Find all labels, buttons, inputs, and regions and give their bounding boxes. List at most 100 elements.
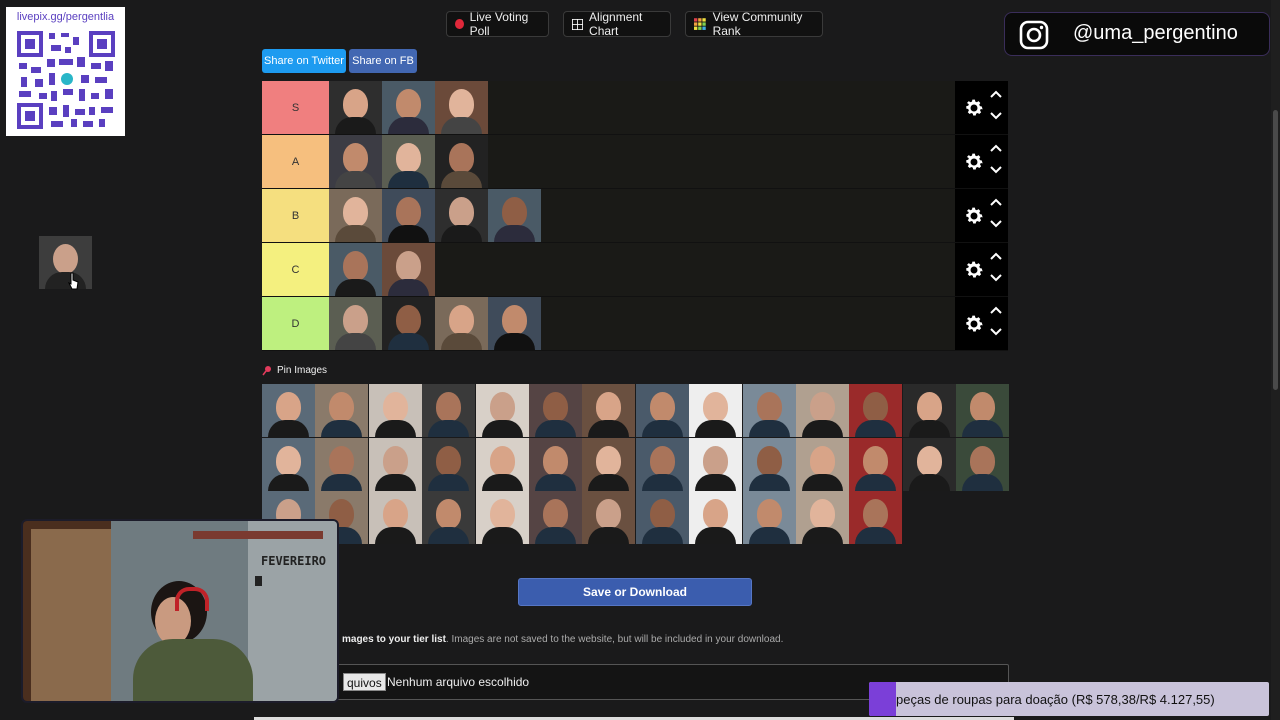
- tier-label-d[interactable]: D: [262, 297, 329, 350]
- tier-image[interactable]: [382, 189, 435, 242]
- tier-row-a[interactable]: A: [262, 135, 1008, 189]
- tier-image[interactable]: [329, 297, 382, 350]
- live-voting-poll-button[interactable]: Live Voting Poll: [446, 10, 549, 38]
- tier-controls: [955, 243, 1008, 296]
- pool-image[interactable]: [582, 437, 636, 491]
- pool-image[interactable]: [315, 384, 369, 437]
- chevron-down-icon[interactable]: [989, 165, 1003, 175]
- share-twitter-button[interactable]: Share on Twitter: [262, 49, 346, 73]
- pool-image[interactable]: [849, 491, 903, 544]
- tier-row-c[interactable]: C: [262, 243, 1008, 297]
- pool-image[interactable]: [635, 384, 689, 437]
- gear-icon[interactable]: [963, 151, 985, 173]
- pool-image[interactable]: [475, 384, 529, 437]
- tier-image[interactable]: [488, 297, 541, 350]
- page-scrollbar[interactable]: [1271, 0, 1280, 720]
- pool-image[interactable]: [422, 437, 476, 491]
- gear-icon[interactable]: [963, 97, 985, 119]
- pool-image[interactable]: [956, 437, 1010, 491]
- pool-image[interactable]: [689, 491, 743, 544]
- tier-image[interactable]: [329, 81, 382, 134]
- chevron-up-icon[interactable]: [989, 89, 1003, 99]
- tier-image[interactable]: [435, 297, 488, 350]
- pool-image[interactable]: [796, 491, 849, 544]
- save-or-download-button[interactable]: Save or Download: [518, 578, 752, 606]
- pool-image[interactable]: [902, 384, 956, 437]
- instagram-overlay: @uma_pergentino: [1004, 12, 1270, 56]
- tier-image[interactable]: [435, 135, 488, 188]
- donation-goal-text: peças de roupas para doação (R$ 578,38/R…: [896, 692, 1215, 707]
- pool-image[interactable]: [368, 437, 422, 491]
- pool-image[interactable]: [742, 491, 796, 544]
- pool-image[interactable]: [529, 384, 582, 437]
- pool-image[interactable]: [582, 491, 636, 544]
- chevron-down-icon[interactable]: [989, 273, 1003, 283]
- tier-row-d[interactable]: D: [262, 297, 1008, 351]
- chevron-down-icon[interactable]: [989, 219, 1003, 229]
- tier-controls: [955, 189, 1008, 242]
- tier-label-a[interactable]: A: [262, 135, 329, 188]
- pool-image[interactable]: [262, 384, 315, 437]
- pool-image[interactable]: [368, 384, 422, 437]
- pool-image[interactable]: [689, 437, 743, 491]
- tier-image[interactable]: [329, 243, 382, 296]
- pool-image[interactable]: [796, 437, 849, 491]
- grid-icon: [572, 18, 584, 30]
- pool-image[interactable]: [956, 384, 1010, 437]
- tier-image[interactable]: [488, 189, 541, 242]
- chevron-down-icon[interactable]: [989, 111, 1003, 121]
- view-community-rank-button[interactable]: View Community Rank: [685, 10, 823, 38]
- pool-image[interactable]: [689, 384, 743, 437]
- pool-image[interactable]: [742, 384, 796, 437]
- file-status: Nenhum arquivo escolhido: [387, 675, 530, 689]
- tier-label-s[interactable]: S: [262, 81, 329, 134]
- pool-image[interactable]: [742, 437, 796, 491]
- tier-image[interactable]: [382, 243, 435, 296]
- pool-image[interactable]: [422, 384, 476, 437]
- chevron-up-icon[interactable]: [989, 305, 1003, 315]
- chevron-up-icon[interactable]: [989, 143, 1003, 153]
- choose-files-button[interactable]: quivos: [343, 673, 386, 691]
- instagram-handle: @uma_pergentino: [1073, 22, 1238, 44]
- scrollbar-thumb[interactable]: [1273, 110, 1278, 390]
- pool-image[interactable]: [582, 384, 636, 437]
- pool-image[interactable]: [902, 437, 956, 491]
- share-fb-button[interactable]: Share on FB: [349, 49, 417, 73]
- gear-icon[interactable]: [963, 259, 985, 281]
- pool-image[interactable]: [368, 491, 422, 544]
- pool-image[interactable]: [529, 491, 582, 544]
- webcam-wall-sign: FEVEREIRO: [261, 554, 327, 568]
- color-grid-icon: [694, 17, 706, 30]
- gear-icon[interactable]: [963, 205, 985, 227]
- tier-image[interactable]: [435, 81, 488, 134]
- chevron-up-icon[interactable]: [989, 251, 1003, 261]
- pool-image[interactable]: [796, 384, 849, 437]
- tier-image[interactable]: [382, 81, 435, 134]
- tier-image[interactable]: [329, 135, 382, 188]
- qr-code-icon: [15, 29, 117, 131]
- alignment-chart-button[interactable]: Alignment Chart: [563, 10, 671, 38]
- tier-image[interactable]: [382, 297, 435, 350]
- tier-row-b[interactable]: B: [262, 189, 1008, 243]
- pool-image[interactable]: [262, 437, 315, 491]
- pool-image[interactable]: [849, 437, 903, 491]
- tier-image[interactable]: [435, 189, 488, 242]
- chevron-down-icon[interactable]: [989, 327, 1003, 337]
- tier-row-s[interactable]: S: [262, 81, 1008, 135]
- tier-label-b[interactable]: B: [262, 189, 329, 242]
- pool-image[interactable]: [849, 384, 903, 437]
- dragged-image-thumbnail[interactable]: [39, 236, 92, 289]
- chevron-up-icon[interactable]: [989, 197, 1003, 207]
- tier-image[interactable]: [382, 135, 435, 188]
- pool-image[interactable]: [315, 437, 369, 491]
- pool-image[interactable]: [635, 491, 689, 544]
- pool-image[interactable]: [635, 437, 689, 491]
- record-dot-icon: [455, 19, 464, 29]
- pool-image[interactable]: [475, 491, 529, 544]
- pool-image[interactable]: [475, 437, 529, 491]
- gear-icon[interactable]: [963, 313, 985, 335]
- tier-label-c[interactable]: C: [262, 243, 329, 296]
- tier-image[interactable]: [329, 189, 382, 242]
- pool-image[interactable]: [529, 437, 582, 491]
- pool-image[interactable]: [422, 491, 476, 544]
